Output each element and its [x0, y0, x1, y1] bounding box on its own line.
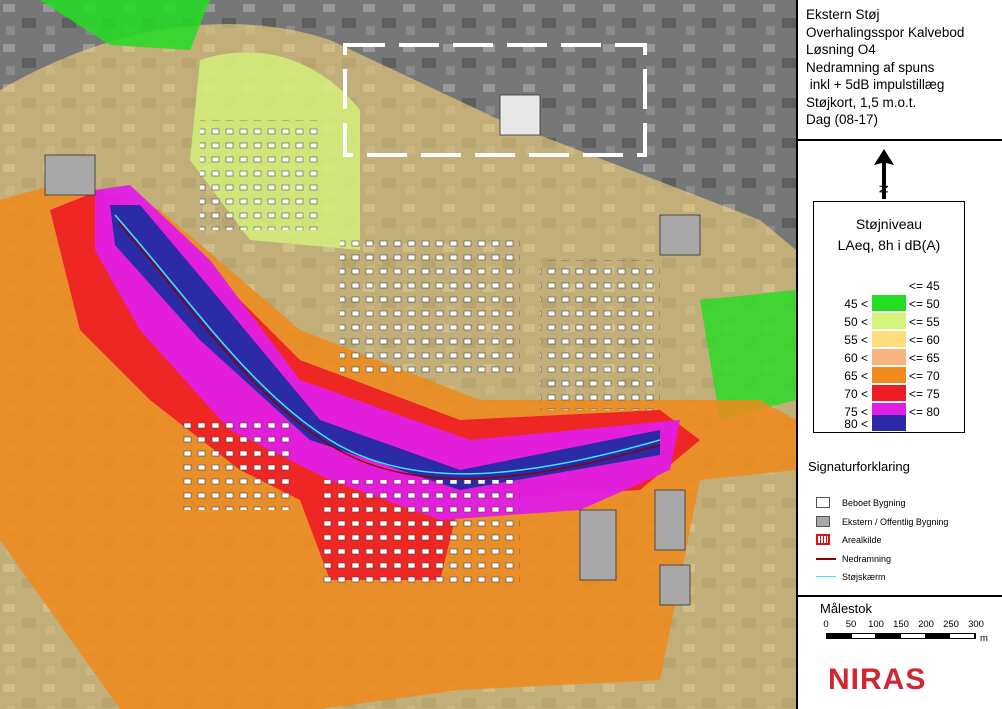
scale-unit: m [980, 633, 988, 644]
scale-tick: 0 [823, 619, 829, 630]
grey-box-icon [816, 516, 830, 527]
title-line-2: Overhalingsspor Kalvebod [806, 24, 965, 40]
legend-block: N Støjniveau LAeq, 8h i dB(A) <= 45 45 <… [798, 141, 1002, 597]
legend-row-hi: <= 55 [909, 315, 940, 329]
legend-swatch [872, 295, 906, 311]
legend-title-line-1: Støjniveau [855, 216, 923, 232]
legend-row-lo: 45 < [844, 297, 868, 311]
legend-row: 60 < <= 65 [814, 348, 964, 366]
legend-swatch [872, 385, 906, 401]
cyan-line-icon [816, 576, 836, 577]
signatur-label: Nedramning [842, 554, 892, 564]
legend-row-lo: 70 < [844, 387, 868, 401]
scale-tick: 200 [918, 619, 934, 630]
legend-row-hi: <= 65 [909, 351, 940, 365]
title-line-5: inkl + 5dB impulstillæg [806, 77, 945, 92]
legend-swatch [872, 331, 906, 347]
north-label: N [877, 185, 891, 194]
legend-row-hi: <= 70 [909, 369, 940, 383]
legend-row: 65 < <= 70 [814, 366, 964, 384]
scale-title: Målestok [820, 601, 873, 616]
red-hatch-icon [816, 534, 830, 545]
noise-contour-map [0, 0, 796, 709]
scale-bar [826, 633, 976, 639]
noise-level-legend: Støjniveau LAeq, 8h i dB(A) <= 45 45 < <… [813, 201, 965, 433]
noise-map-figure: Ekstern Støj Overhalingsspor Kalvebod Lø… [0, 0, 1002, 709]
red-line-icon [816, 558, 836, 560]
legend-row: 50 < <= 55 [814, 312, 964, 330]
noise-map [0, 0, 796, 709]
legend-top-label: <= 45 [909, 279, 940, 293]
legend-row-hi: <= 60 [909, 333, 940, 347]
title-line-1: Ekstern Støj [806, 7, 880, 22]
legend-swatch [872, 415, 906, 431]
legend-row-lo: 80 < [844, 417, 868, 431]
niras-logo: NIRAS [828, 663, 927, 696]
signatur-label: Ekstern / Offentlig Bygning [842, 517, 949, 527]
legend-swatch [872, 367, 906, 383]
legend-panel: Ekstern Støj Overhalingsspor Kalvebod Lø… [796, 0, 1002, 709]
title-line-6: Støjkort, 1,5 m.o.t. [806, 94, 917, 110]
legend-swatch [872, 313, 906, 329]
legend-title: Støjniveau LAeq, 8h i dB(A) [814, 214, 964, 256]
scale-tick: 300 [968, 619, 984, 630]
north-arrow-icon: N [874, 149, 894, 199]
title-line-4: Nedramning af spuns [806, 59, 935, 75]
scale-tick: 50 [845, 619, 857, 630]
signatur-title: Signaturforklaring [808, 459, 910, 474]
legend-row-hi: <= 75 [909, 387, 940, 401]
scale-tick: 150 [893, 619, 909, 630]
legend-row-lo: 65 < [844, 369, 868, 383]
legend-row-lo: 60 < [844, 351, 868, 365]
legend-row: 55 < <= 60 [814, 330, 964, 348]
title-line-3: Løsning O4 [806, 42, 876, 57]
legend-row: 70 < <= 75 [814, 384, 964, 402]
legend-row-lo: 50 < [844, 315, 868, 329]
signatur-label: Arealkilde [842, 535, 882, 545]
signatur-label: Beboet Bygning [842, 498, 906, 508]
signatur-label: Støjskærm [842, 572, 886, 582]
title-line-7: Dag (08-17) [806, 112, 879, 127]
white-box-icon [816, 497, 830, 508]
legend-row-hi: <= 80 [909, 405, 940, 419]
legend-row-hi: <= 50 [909, 297, 940, 311]
scale-tick: 250 [943, 619, 959, 630]
legend-row-lo: 55 < [844, 333, 868, 347]
legend-row: 80 < [814, 415, 964, 432]
legend-row: 45 < <= 50 [814, 294, 964, 312]
legend-title-line-2: LAeq, 8h i dB(A) [837, 237, 941, 253]
scale-tick: 100 [868, 619, 884, 630]
scale-block: Målestok 0 50 100 150 200 250 300 m NIRA… [798, 597, 1002, 709]
legend-top-row: <= 45 [814, 276, 964, 294]
legend-swatch [872, 349, 906, 365]
title-block: Ekstern Støj Overhalingsspor Kalvebod Lø… [798, 0, 1002, 141]
